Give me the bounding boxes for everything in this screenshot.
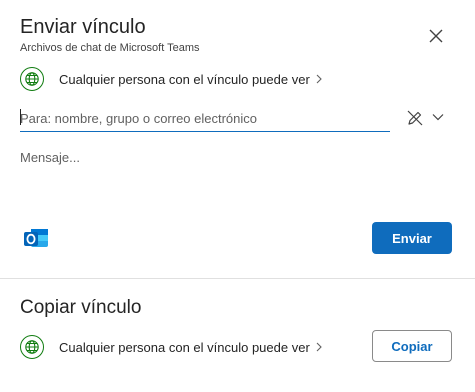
copy-link-title: Copiar vínculo <box>20 297 142 318</box>
copy-link-permission-button[interactable]: Cualquier persona con el vínculo puede v… <box>20 333 322 361</box>
section-divider <box>0 278 475 279</box>
edit-permissions-button[interactable] <box>405 108 425 128</box>
link-permission-label: Cualquier persona con el vínculo puede v… <box>59 71 310 87</box>
message-input[interactable] <box>20 150 450 200</box>
chevron-right-icon <box>316 74 322 84</box>
dialog-subtitle: Archivos de chat de Microsoft Teams <box>20 42 200 54</box>
copy-link-permission-label: Cualquier persona con el vínculo puede v… <box>59 339 310 355</box>
chevron-right-icon <box>316 342 322 352</box>
pen-no-edit-icon <box>407 110 423 126</box>
close-button[interactable] <box>426 26 446 46</box>
recipients-input[interactable] <box>20 106 390 132</box>
send-button[interactable]: Enviar <box>372 222 452 254</box>
share-dialog: Enviar vínculo Archivos de chat de Micro… <box>0 0 475 392</box>
globe-icon <box>20 335 44 359</box>
globe-icon <box>20 67 44 91</box>
chevron-down-icon <box>432 114 444 121</box>
copy-button[interactable]: Copiar <box>372 330 452 362</box>
text-caret <box>20 109 21 125</box>
link-permission-button[interactable]: Cualquier persona con el vínculo puede v… <box>20 65 322 93</box>
outlook-button[interactable] <box>22 224 50 252</box>
permissions-dropdown[interactable] <box>431 110 445 124</box>
close-icon <box>429 29 443 43</box>
dialog-title: Enviar vínculo <box>20 16 146 38</box>
outlook-icon <box>24 229 48 247</box>
